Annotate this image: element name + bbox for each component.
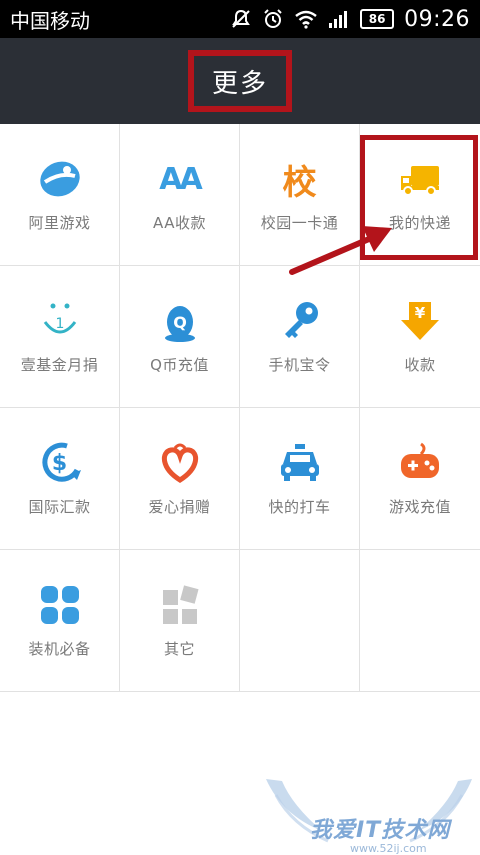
smile-one-icon: 1 — [37, 298, 83, 344]
grid-item-label: 快的打车 — [268, 498, 331, 516]
grid-item-international-remittance[interactable]: $ 国际汇款 — [0, 408, 120, 550]
service-grid: 阿里游戏 AA AA收款 校 校园一卡通 我的快递 1 壹基金月捐 Q Q币充值 — [0, 124, 480, 694]
grid-item-label: 装机必备 — [28, 640, 91, 658]
grid-item-label: Q币充值 — [150, 356, 209, 374]
grid-item-taxi[interactable]: 快的打车 — [240, 408, 360, 550]
ali-game-icon — [37, 156, 83, 202]
grid-empty-cell — [360, 550, 480, 692]
svg-text:Q: Q — [173, 313, 187, 332]
grid-item-label: 其它 — [163, 640, 195, 658]
key-icon — [277, 298, 323, 344]
qq-penguin-icon: Q — [157, 298, 203, 344]
title-annotation-box: 更多 — [188, 50, 292, 112]
grid-item-label: 壹基金月捐 — [20, 356, 99, 374]
grid-item-my-express[interactable]: 我的快递 — [360, 124, 480, 266]
grid-item-label: 国际汇款 — [28, 498, 91, 516]
alarm-icon — [262, 8, 284, 30]
grid-item-game-recharge[interactable]: 游戏充值 — [360, 408, 480, 550]
grid-item-label: 手机宝令 — [268, 356, 331, 374]
grid-item-label: 游戏充值 — [388, 498, 451, 516]
grid-item-ali-game[interactable]: 阿里游戏 — [0, 124, 120, 266]
yuan-arrow-icon: ¥ — [397, 298, 443, 344]
status-icons: 86 09:26 — [230, 7, 470, 32]
watermark-url: www.52ij.com — [350, 842, 427, 855]
page-title: 更多 — [211, 68, 268, 99]
grid-item-other[interactable]: 其它 — [120, 550, 240, 692]
grid-item-label: 校园一卡通 — [260, 214, 339, 232]
grid-item-label: 收款 — [404, 356, 436, 374]
grid-item-label: AA收款 — [153, 214, 206, 232]
grid-item-label: 阿里游戏 — [28, 214, 91, 232]
grid-empty-cell — [240, 550, 360, 692]
grid-item-label: 爱心捐赠 — [148, 498, 211, 516]
dollar-arrow-icon: $ — [37, 440, 83, 486]
svg-text:1: 1 — [55, 316, 64, 332]
title-bar: 更多 — [0, 38, 480, 124]
grid-item-aa-payment[interactable]: AA AA收款 — [120, 124, 240, 266]
campus-card-icon: 校 — [282, 162, 317, 203]
carrier-label: 中国移动 — [10, 8, 90, 33]
grid-item-campus-card[interactable]: 校 校园一卡通 — [240, 124, 360, 266]
grid-item-one-foundation[interactable]: 1 壹基金月捐 — [0, 266, 120, 408]
mute-notification-icon — [230, 8, 252, 30]
battery-icon: 86 — [360, 9, 395, 29]
grid-item-essential-apps[interactable]: 装机必备 — [0, 550, 120, 692]
other-apps-icon — [157, 582, 203, 628]
watermark-text: 我爱IT技术网 — [310, 818, 451, 843]
heart-icon — [157, 440, 203, 486]
grid-item-phone-token[interactable]: 手机宝令 — [240, 266, 360, 408]
apps-icon — [37, 582, 83, 628]
clock: 09:26 — [404, 6, 470, 32]
watermark: 我爱IT技术网 www.52ij.com — [310, 812, 450, 855]
grid-item-q-coin[interactable]: Q Q币充值 — [120, 266, 240, 408]
truck-icon — [397, 156, 443, 202]
wifi-icon — [294, 9, 318, 29]
aa-icon: AA — [159, 161, 202, 197]
grid-item-charity-donation[interactable]: 爱心捐赠 — [120, 408, 240, 550]
taxi-icon — [277, 440, 323, 486]
status-bar: 中国移动 86 09:26 — [0, 0, 480, 38]
grid-item-label: 我的快递 — [388, 214, 451, 232]
grid-item-collect-money[interactable]: ¥ 收款 — [360, 266, 480, 408]
signal-icon — [328, 9, 350, 29]
gamepad-icon — [397, 440, 443, 486]
